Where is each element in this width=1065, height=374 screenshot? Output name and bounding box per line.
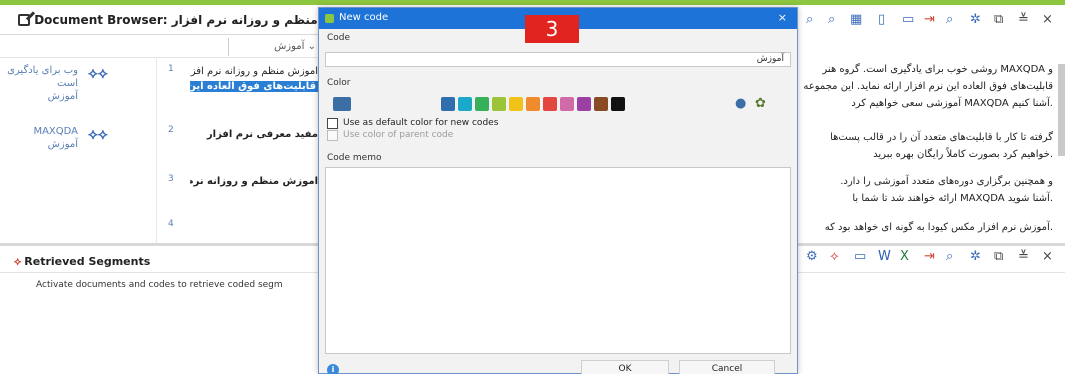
color-swatch[interactable] (441, 97, 455, 111)
scrollbar[interactable] (1058, 64, 1065, 156)
new-code-icon (325, 14, 334, 23)
line-number: 2 (168, 125, 174, 135)
color-drop-icon[interactable]: ● (735, 96, 746, 111)
code-memo-textarea[interactable] (325, 167, 791, 354)
retrieved-segments-title: ⟡ Retrieved Segments (14, 255, 151, 268)
code-symbol-icon[interactable]: ⟡⟡ (88, 64, 108, 82)
document-browser-body: وب برای یادگیری است آموزش ⟡⟡ 1 آموزش منظ… (0, 59, 318, 243)
use-parent-color-checkbox[interactable] (327, 130, 338, 141)
row-highlight-text[interactable]: قابلیت‌های فوق العاده این نرم افزار ارائ… (190, 81, 318, 92)
print-icon[interactable]: ▭ (854, 249, 866, 264)
color-swatch[interactable] (526, 97, 540, 111)
code-stripe-label[interactable]: MAXQDA آموزش (6, 125, 78, 151)
smart-coding-icon[interactable]: ⚙ (806, 249, 818, 264)
use-as-default-label: Use as default color for new codes (343, 118, 499, 128)
retrieved-segments-toolbar: ⚙ ⟡ ▭ W X ⇥ ⌕ ✲ ⧉ ≚ × (800, 249, 1065, 271)
export-icon[interactable]: ⇥ (924, 12, 935, 27)
row-text: مفید معرفی نرم افزار (206, 129, 318, 140)
code-memo-label: Code memo (327, 153, 382, 163)
color-swatch[interactable] (458, 97, 472, 111)
export-icon[interactable]: ⇥ (924, 249, 935, 264)
retrieved-segments-empty-message: Activate documents and codes to retrieve… (36, 280, 283, 290)
color-swatch[interactable] (577, 97, 591, 111)
ok-button[interactable]: OK (581, 360, 669, 374)
color-picker-icon[interactable]: ✿ (755, 96, 766, 111)
current-color-swatch[interactable] (333, 97, 351, 111)
row-text: آموزش منظم و روزانه نرم افزار (190, 66, 318, 77)
color-swatch[interactable] (594, 97, 608, 111)
undock-icon[interactable]: ⧉ (994, 12, 1003, 27)
search-icon[interactable]: ⌕ (946, 12, 953, 27)
search-icon[interactable]: ⌕ (946, 249, 953, 264)
code-stripe-label[interactable]: وب برای یادگیری است آموزش (6, 64, 78, 103)
edit-icon[interactable] (18, 14, 30, 26)
gear-icon[interactable]: ✲ (970, 12, 981, 27)
close-icon[interactable]: × (778, 11, 787, 24)
close-icon[interactable]: × (1042, 12, 1053, 27)
step-badge: 3 (525, 15, 579, 43)
color-swatch[interactable] (560, 97, 574, 111)
cancel-button[interactable]: Cancel (679, 360, 775, 374)
qr-icon[interactable]: ▦ (850, 12, 862, 27)
print-icon[interactable]: ▭ (902, 12, 914, 27)
code-label: Code (327, 33, 351, 43)
word-export-icon[interactable]: W (878, 249, 891, 264)
close-icon[interactable]: × (1042, 249, 1053, 264)
code-filter-bar: ⌄ آموزش (0, 36, 318, 58)
zoom-in-icon[interactable]: ⌕ (806, 12, 813, 27)
text-line: .آموزش نرم افزار مکس کیودا به گونه ای خو… (824, 222, 1053, 233)
use-as-default-checkbox[interactable] (327, 118, 338, 129)
line-number: 4 (168, 219, 174, 229)
text-line: .آشنا شوید MAXQDA ارائه خواهند شد تا شما… (852, 193, 1053, 204)
document-toolbar: ⌕ ⌕ ▦ ▯ ▭ ⇥ ⌕ ✲ ⧉ ≚ × (800, 12, 1065, 34)
retrieved-segments-icon: ⟡ (14, 255, 22, 268)
line-number: 3 (168, 174, 174, 184)
text-line: و همچنین برگزاری دوره‌های متعدد آموزشی ر… (840, 176, 1053, 187)
chevron-down-icon: ⌄ (307, 41, 316, 52)
minimize-icon[interactable]: ≚ (1018, 249, 1029, 264)
text-line: .آشنا کنیم MAXQDA آموزشی سعی خواهیم کرد (851, 98, 1053, 109)
use-parent-color-label: Use color of parent code (343, 130, 454, 140)
color-swatch[interactable] (492, 97, 506, 111)
undock-icon[interactable]: ⧉ (994, 249, 1003, 264)
color-label: Color (327, 78, 351, 88)
document-browser-header: Document Browser: آموزش منظم و روزانه نر… (0, 5, 364, 35)
color-swatch[interactable] (543, 97, 557, 111)
new-code-dialog: New code × 3 Code آموزش Color ● ✿ Use as… (318, 7, 798, 374)
code-selector[interactable]: ⌄ آموزش (228, 38, 316, 56)
code-overlap-icon[interactable]: ⟡ (830, 249, 839, 264)
document-icon[interactable]: ▯ (878, 12, 885, 27)
color-swatch[interactable] (509, 97, 523, 111)
text-line: و MAXQDA روشی خوب برای یادگیری است. گروه… (822, 64, 1053, 75)
excel-export-icon[interactable]: X (900, 249, 909, 264)
info-icon[interactable]: i (327, 364, 339, 374)
color-swatch[interactable] (475, 97, 489, 111)
dialog-title: New code (339, 12, 389, 23)
text-line: .خواهیم کرد بصورت کاملاً رایگان بهره ببر… (873, 149, 1053, 160)
zoom-out-icon[interactable]: ⌕ (828, 12, 835, 27)
line-number: 1 (168, 64, 174, 74)
code-name-input[interactable]: آموزش (325, 52, 791, 67)
code-symbol-icon[interactable]: ⟡⟡ (88, 125, 108, 143)
text-line: قابلیت‌های فوق العاده این نرم افزار ارائ… (803, 81, 1053, 92)
color-swatch[interactable] (611, 97, 625, 111)
gear-icon[interactable]: ✲ (970, 249, 981, 264)
minimize-icon[interactable]: ≚ (1018, 12, 1029, 27)
text-line: گرفته تا کار با قابلیت‌های متعدد آن را د… (830, 132, 1053, 143)
row-text: آموزش منظم و روزانه نرم افزار (190, 176, 318, 187)
document-browser-title: Document Browser: آموزش منظم و روزانه نر… (14, 13, 364, 27)
